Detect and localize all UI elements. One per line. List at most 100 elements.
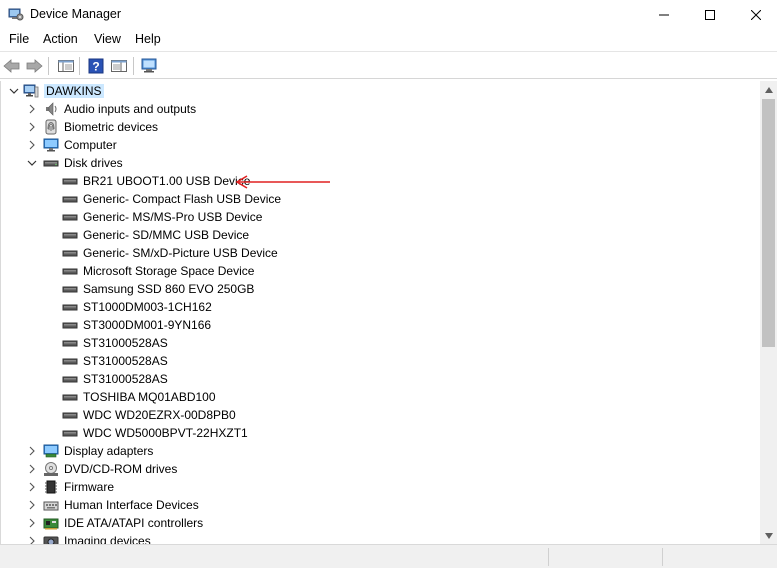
- tree-category-hid[interactable]: Human Interface Devices: [1, 496, 760, 514]
- tree-category-dvd-drives[interactable]: DVD/CD-ROM drives: [1, 460, 760, 478]
- device-label: BR21 UBOOT1.00 USB Device: [83, 174, 251, 188]
- category-label: DVD/CD-ROM drives: [64, 462, 178, 476]
- tree-device-item[interactable]: ST1000DM003-1CH162: [1, 298, 760, 316]
- ide-controller-icon: [43, 515, 59, 531]
- scroll-down-arrow-icon: [764, 532, 773, 539]
- tree-category-biometric[interactable]: Biometric devices: [1, 118, 760, 136]
- vertical-scrollbar[interactable]: [760, 81, 777, 544]
- tree-device-item[interactable]: Generic- MS/MS-Pro USB Device: [1, 208, 760, 226]
- tree-device-item[interactable]: ST31000528AS: [1, 352, 760, 370]
- tree-device-item[interactable]: TOSHIBA MQ01ABD100: [1, 388, 760, 406]
- monitor-icon: [43, 137, 59, 153]
- device-label: ST31000528AS: [83, 372, 168, 386]
- category-label: Imaging devices: [64, 534, 151, 544]
- properties-pane-icon: [111, 60, 127, 72]
- title-bar: Device Manager: [0, 0, 777, 30]
- tree-device-item[interactable]: BR21 UBOOT1.00 USB Device: [1, 172, 760, 190]
- tree-device-item[interactable]: Samsung SSD 860 EVO 250GB: [1, 280, 760, 298]
- forward-arrow-icon: [26, 59, 43, 73]
- show-hide-console-tree-icon: [58, 60, 74, 72]
- expand-chevron-icon[interactable]: [25, 534, 39, 544]
- maximize-icon: [705, 10, 715, 20]
- fingerprint-icon: [43, 119, 59, 135]
- tree-category-disk-drives[interactable]: Disk drives: [1, 154, 760, 172]
- minimize-icon: [659, 14, 669, 16]
- computer-root-icon: [23, 83, 39, 99]
- hard-drive-icon: [62, 425, 78, 441]
- expand-chevron-icon[interactable]: [25, 120, 39, 134]
- tree-device-item[interactable]: Microsoft Storage Space Device: [1, 262, 760, 280]
- tree-device-item[interactable]: WDC WD5000BPVT-22HXZT1: [1, 424, 760, 442]
- toolbar: ?: [0, 51, 777, 79]
- status-bar-divider: [662, 548, 663, 566]
- hard-drive-icon: [62, 173, 78, 189]
- menu-help[interactable]: Help: [134, 32, 162, 46]
- expand-chevron-icon[interactable]: [25, 516, 39, 530]
- tree-category-ide-controllers[interactable]: IDE ATA/ATAPI controllers: [1, 514, 760, 532]
- expand-chevron-icon[interactable]: [25, 480, 39, 494]
- scan-hardware-button[interactable]: [140, 56, 160, 76]
- maximize-button[interactable]: [687, 0, 733, 30]
- expand-chevron-icon[interactable]: [25, 462, 39, 476]
- scroll-up-arrow-icon: [764, 86, 773, 93]
- hard-drive-icon: [62, 227, 78, 243]
- menu-file[interactable]: File: [8, 32, 30, 46]
- hard-drive-icon: [62, 407, 78, 423]
- tree-category-firmware[interactable]: Firmware: [1, 478, 760, 496]
- tree-root[interactable]: DAWKINS: [1, 82, 760, 100]
- hard-drive-icon: [62, 191, 78, 207]
- status-bar-divider: [548, 548, 549, 566]
- menu-action[interactable]: Action: [42, 32, 79, 46]
- tree-root-label: DAWKINS: [44, 84, 104, 98]
- scrollbar-thumb[interactable]: [762, 99, 775, 347]
- device-label: Generic- Compact Flash USB Device: [83, 192, 282, 206]
- show-hide-console-tree-button[interactable]: [56, 56, 76, 76]
- firmware-chip-icon: [43, 479, 59, 495]
- close-button[interactable]: [733, 0, 777, 30]
- minimize-button[interactable]: [641, 0, 687, 30]
- tree-device-item[interactable]: ST3000DM001-9YN166: [1, 316, 760, 334]
- expand-chevron-icon[interactable]: [25, 498, 39, 512]
- tree-category-audio[interactable]: Audio inputs and outputs: [1, 100, 760, 118]
- device-tree[interactable]: DAWKINS Audio inputs and outputs Biometr…: [0, 81, 760, 544]
- hard-drive-icon: [62, 299, 78, 315]
- category-label: Audio inputs and outputs: [64, 102, 197, 116]
- display-adapter-icon: [43, 443, 59, 459]
- device-label: ST3000DM001-9YN166: [83, 318, 212, 332]
- help-icon: ?: [88, 58, 104, 74]
- tree-device-item[interactable]: Generic- SD/MMC USB Device: [1, 226, 760, 244]
- properties-pane-button[interactable]: [109, 56, 129, 76]
- device-label: ST31000528AS: [83, 336, 168, 350]
- tree-category-display-adapters[interactable]: Display adapters: [1, 442, 760, 460]
- scroll-down-button[interactable]: [760, 527, 777, 544]
- tree-category-imaging-devices[interactable]: Imaging devices: [1, 532, 760, 544]
- close-icon: [751, 10, 761, 20]
- expand-chevron-icon[interactable]: [25, 444, 39, 458]
- tree-device-item[interactable]: Generic- Compact Flash USB Device: [1, 190, 760, 208]
- scroll-up-button[interactable]: [760, 81, 777, 98]
- back-button[interactable]: [2, 56, 22, 76]
- speaker-icon: [43, 101, 59, 117]
- tree-device-item[interactable]: WDC WD20EZRX-00D8PB0: [1, 406, 760, 424]
- category-label: Biometric devices: [64, 120, 159, 134]
- camera-icon: [43, 533, 59, 544]
- tree-device-item[interactable]: ST31000528AS: [1, 334, 760, 352]
- menu-view[interactable]: View: [93, 32, 122, 46]
- back-arrow-icon: [3, 59, 20, 73]
- tree-category-computer[interactable]: Computer: [1, 136, 760, 154]
- tree-device-item[interactable]: ST31000528AS: [1, 370, 760, 388]
- help-button[interactable]: ?: [86, 56, 106, 76]
- collapse-chevron-icon[interactable]: [25, 156, 39, 170]
- device-label: Generic- MS/MS-Pro USB Device: [83, 210, 263, 224]
- svg-text:?: ?: [92, 60, 99, 74]
- expand-chevron-icon[interactable]: [25, 138, 39, 152]
- red-arrow-annotation-icon: [235, 175, 330, 189]
- hard-drive-icon: [62, 245, 78, 261]
- toolbar-separator: [133, 57, 134, 75]
- forward-button[interactable]: [24, 56, 44, 76]
- tree-device-item[interactable]: Generic- SM/xD-Picture USB Device: [1, 244, 760, 262]
- hid-icon: [43, 497, 59, 513]
- device-label: Samsung SSD 860 EVO 250GB: [83, 282, 255, 296]
- expand-chevron-icon[interactable]: [25, 102, 39, 116]
- collapse-chevron-icon[interactable]: [7, 84, 21, 98]
